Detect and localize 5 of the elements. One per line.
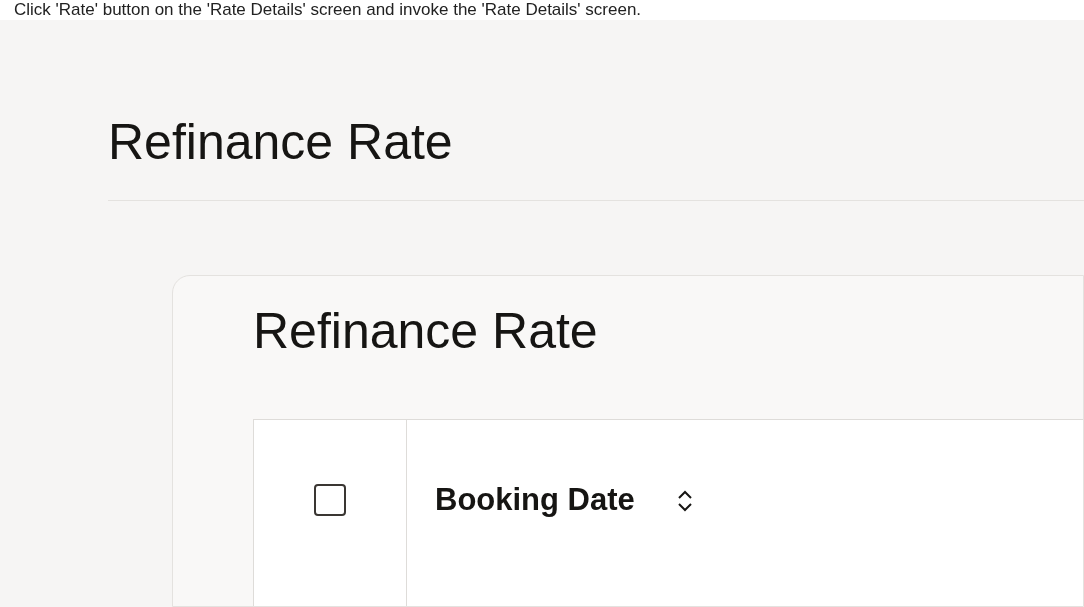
column-header[interactable]: Booking Date bbox=[435, 482, 635, 518]
instruction-text: Click 'Rate' button on the 'Rate Details' screen and invoke the 'Rate Details' screen. bbox=[13, 0, 643, 20]
select-all-checkbox[interactable] bbox=[314, 484, 346, 516]
page-title: Refinance Rate bbox=[108, 113, 454, 172]
card-title: Refinance Rate bbox=[253, 302, 599, 361]
